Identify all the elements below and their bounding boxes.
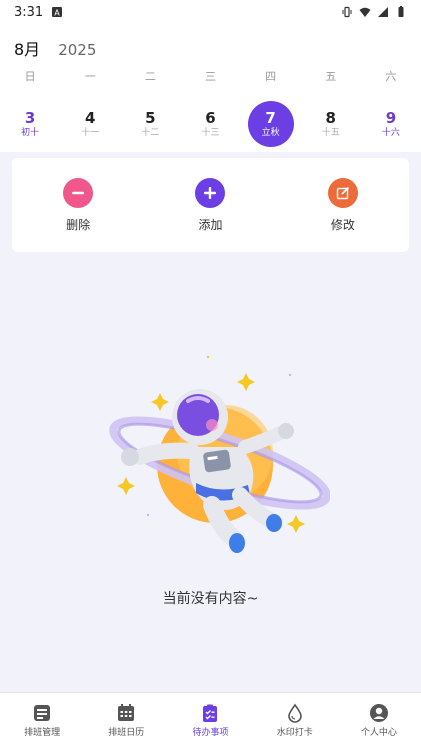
action-card: 删除 添加 修改 <box>12 158 409 252</box>
status-time: 3:31 <box>14 4 44 20</box>
add-button[interactable]: 添加 <box>144 158 276 252</box>
day-content: 9 十六 <box>382 109 400 139</box>
day-lunar: 十二 <box>141 128 160 138</box>
delete-button[interactable]: 删除 <box>12 158 144 252</box>
nav-label: 待办事项 <box>192 728 229 738</box>
day-lunar: 立秋 <box>261 128 280 138</box>
nav-watermark-checkin[interactable]: 水印打卡 <box>253 693 337 748</box>
day-cell[interactable]: 3 初十 <box>0 98 60 150</box>
vibrate-icon <box>342 6 352 18</box>
battery-icon <box>398 6 404 17</box>
day-content: 3 初十 <box>21 109 39 139</box>
day-lunar: 初十 <box>21 128 40 138</box>
day-number: 4 <box>84 109 96 127</box>
day-lunar: 十三 <box>201 128 220 138</box>
notification-a-icon: A <box>52 7 63 18</box>
weekday-label: 三 <box>204 70 216 83</box>
edit-button[interactable]: 修改 <box>277 158 409 252</box>
day-number: 8 <box>325 109 336 127</box>
weekday-label: 五 <box>325 70 337 83</box>
todo-clipboard-icon <box>203 704 218 722</box>
delete-label: 删除 <box>66 217 91 232</box>
schedule-manage-icon <box>34 705 51 721</box>
signal-icon <box>378 7 388 17</box>
day-number: 7 <box>265 109 276 127</box>
weekday-label: 日 <box>24 70 36 83</box>
day-content: 4 十一 <box>81 109 99 139</box>
weekday-row: 日 一 二 三 四 五 六 <box>0 68 421 88</box>
svg-text:A: A <box>54 9 60 18</box>
month-label[interactable]: 8月 <box>14 36 40 60</box>
day-number: 9 <box>385 109 397 127</box>
day-number: 6 <box>205 109 216 127</box>
year-label[interactable]: 2025 <box>58 41 96 59</box>
edit-icon <box>327 177 358 208</box>
nav-label: 个人中心 <box>360 728 397 738</box>
weekday-label: 一 <box>84 70 96 83</box>
day-cell-selected[interactable]: 7 立秋 <box>241 98 301 150</box>
weekday-label: 四 <box>265 70 277 83</box>
edit-label: 修改 <box>330 217 355 232</box>
day-content: 6 十三 <box>201 109 219 139</box>
wifi-icon <box>359 7 371 17</box>
water-drop-icon <box>287 703 302 723</box>
nav-schedule-manage[interactable]: 排班管理 <box>0 693 84 748</box>
plus-icon <box>195 177 226 208</box>
day-cell[interactable]: 4 十一 <box>60 98 120 150</box>
nav-label: 排班日历 <box>108 728 145 738</box>
nav-profile[interactable]: 个人中心 <box>337 693 421 748</box>
minus-icon <box>63 177 94 208</box>
status-bar: 3:31 A <box>0 0 421 24</box>
week-days-row: 3 初十 4 十一 5 十二 6 十三 7 立秋 8 十五 9 十六 <box>0 98 421 150</box>
person-icon <box>369 704 388 722</box>
day-content: 8 十五 <box>322 109 340 139</box>
selected-day-circle: 7 立秋 <box>247 101 294 147</box>
day-lunar: 十六 <box>381 128 400 138</box>
nav-schedule-calendar[interactable]: 排班日历 <box>84 693 168 748</box>
astronaut-empty-illustration <box>100 355 331 565</box>
nav-label: 水印打卡 <box>276 728 313 738</box>
nav-label: 排班管理 <box>24 728 61 738</box>
empty-state-text: 当前没有内容~ <box>162 591 259 607</box>
calendar-icon <box>118 704 135 721</box>
day-cell[interactable]: 9 十六 <box>361 98 421 150</box>
weekday-label: 二 <box>144 70 156 83</box>
day-content: 5 十二 <box>141 109 159 139</box>
bottom-navigation: 排班管理 排班日历 待办事项 水印打卡 个人中心 <box>0 692 421 748</box>
day-number: 3 <box>24 109 36 127</box>
day-lunar: 十五 <box>321 128 340 138</box>
day-cell[interactable]: 6 十三 <box>180 98 240 150</box>
month-header: 8月 2025 <box>0 36 421 62</box>
weekday-label: 六 <box>385 70 397 83</box>
add-label: 添加 <box>198 217 223 232</box>
day-cell[interactable]: 5 十二 <box>120 98 180 150</box>
day-lunar: 十一 <box>81 128 100 138</box>
nav-todo[interactable]: 待办事项 <box>168 693 252 748</box>
day-cell[interactable]: 8 十五 <box>301 98 361 150</box>
day-number: 5 <box>145 109 156 127</box>
